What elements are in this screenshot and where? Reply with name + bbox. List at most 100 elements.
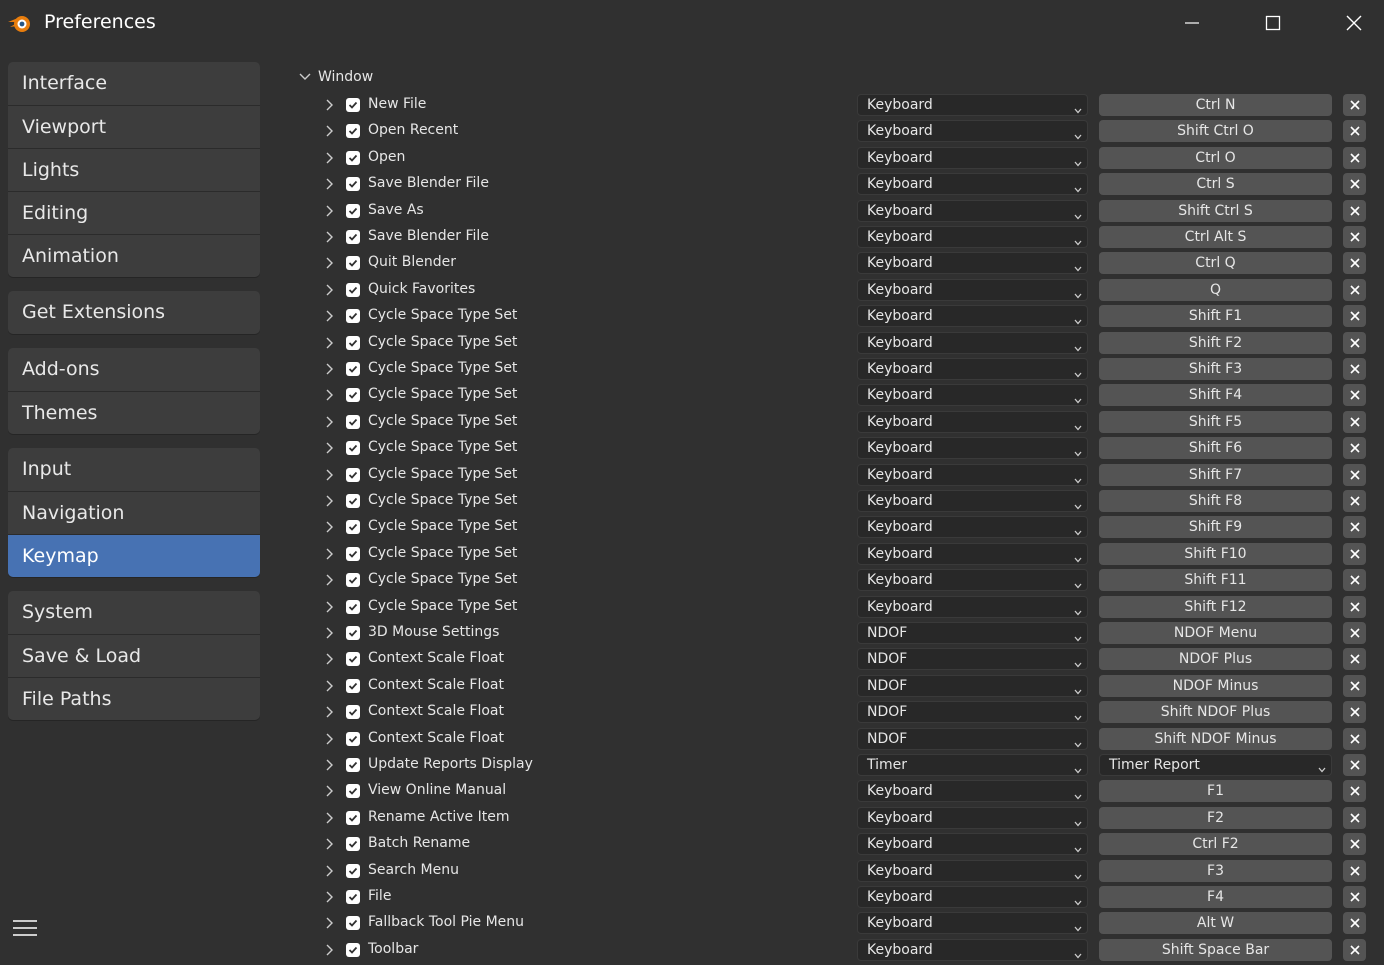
input-type-dropdown[interactable]: Keyboard	[857, 886, 1088, 908]
input-type-dropdown[interactable]: Keyboard	[857, 807, 1088, 829]
keymap-item-checkbox[interactable]	[346, 494, 360, 508]
input-type-dropdown[interactable]: Keyboard	[857, 860, 1088, 882]
key-binding-button[interactable]: NDOF Plus	[1099, 648, 1332, 670]
remove-keymap-item-button[interactable]	[1343, 543, 1366, 565]
key-binding-button[interactable]: Shift F10	[1099, 543, 1332, 565]
input-type-dropdown[interactable]: NDOF	[857, 648, 1088, 670]
remove-keymap-item-button[interactable]	[1343, 569, 1366, 591]
keymap-item-checkbox[interactable]	[346, 732, 360, 746]
remove-keymap-item-button[interactable]	[1343, 332, 1366, 354]
remove-keymap-item-button[interactable]	[1343, 173, 1366, 195]
remove-keymap-item-button[interactable]	[1343, 305, 1366, 327]
remove-keymap-item-button[interactable]	[1343, 754, 1366, 776]
chevron-right-icon[interactable]	[323, 519, 337, 535]
remove-keymap-item-button[interactable]	[1343, 912, 1366, 934]
input-type-dropdown[interactable]: Keyboard	[857, 490, 1088, 512]
input-type-dropdown[interactable]: NDOF	[857, 622, 1088, 644]
chevron-right-icon[interactable]	[323, 308, 337, 324]
keymap-item-checkbox[interactable]	[346, 758, 360, 772]
input-type-dropdown[interactable]: NDOF	[857, 728, 1088, 750]
keymap-item-checkbox[interactable]	[346, 811, 360, 825]
key-binding-button[interactable]: Ctrl S	[1099, 173, 1332, 195]
input-type-dropdown[interactable]: NDOF	[857, 701, 1088, 723]
chevron-right-icon[interactable]	[323, 731, 337, 747]
keymap-item-checkbox[interactable]	[346, 837, 360, 851]
input-type-dropdown[interactable]: Keyboard	[857, 384, 1088, 406]
keymap-item-checkbox[interactable]	[346, 283, 360, 297]
key-binding-button[interactable]: Q	[1099, 279, 1332, 301]
keymap-item-checkbox[interactable]	[346, 98, 360, 112]
remove-keymap-item-button[interactable]	[1343, 200, 1366, 222]
remove-keymap-item-button[interactable]	[1343, 886, 1366, 908]
keymap-item-checkbox[interactable]	[346, 652, 360, 666]
keymap-item-checkbox[interactable]	[346, 151, 360, 165]
keymap-item-checkbox[interactable]	[346, 388, 360, 402]
chevron-right-icon[interactable]	[323, 651, 337, 667]
key-binding-button[interactable]: Ctrl O	[1099, 147, 1332, 169]
remove-keymap-item-button[interactable]	[1343, 411, 1366, 433]
input-type-dropdown[interactable]: Keyboard	[857, 437, 1088, 459]
remove-keymap-item-button[interactable]	[1343, 780, 1366, 802]
remove-keymap-item-button[interactable]	[1343, 622, 1366, 644]
key-binding-button[interactable]: Shift F11	[1099, 569, 1332, 591]
input-type-dropdown[interactable]: Keyboard	[857, 569, 1088, 591]
keymap-item-checkbox[interactable]	[346, 705, 360, 719]
keymap-item-checkbox[interactable]	[346, 547, 360, 561]
key-binding-button[interactable]: Shift Ctrl O	[1099, 120, 1332, 142]
keymap-item-checkbox[interactable]	[346, 177, 360, 191]
remove-keymap-item-button[interactable]	[1343, 358, 1366, 380]
input-type-dropdown[interactable]: Keyboard	[857, 332, 1088, 354]
chevron-right-icon[interactable]	[323, 203, 337, 219]
chevron-right-icon[interactable]	[323, 335, 337, 351]
keymap-section-header[interactable]: Window	[298, 66, 373, 88]
key-binding-button[interactable]: Shift F6	[1099, 437, 1332, 459]
input-type-dropdown[interactable]: Keyboard	[857, 411, 1088, 433]
keymap-item-checkbox[interactable]	[346, 256, 360, 270]
key-binding-button[interactable]: Shift Ctrl S	[1099, 200, 1332, 222]
input-type-dropdown[interactable]: Keyboard	[857, 226, 1088, 248]
chevron-right-icon[interactable]	[323, 229, 337, 245]
chevron-right-icon[interactable]	[323, 836, 337, 852]
remove-keymap-item-button[interactable]	[1343, 860, 1366, 882]
input-type-dropdown[interactable]: Keyboard	[857, 833, 1088, 855]
chevron-right-icon[interactable]	[323, 625, 337, 641]
key-binding-button[interactable]: Shift F1	[1099, 305, 1332, 327]
remove-keymap-item-button[interactable]	[1343, 728, 1366, 750]
keymap-item-checkbox[interactable]	[346, 204, 360, 218]
key-binding-button[interactable]: Ctrl F2	[1099, 833, 1332, 855]
keymap-item-checkbox[interactable]	[346, 336, 360, 350]
chevron-right-icon[interactable]	[323, 150, 337, 166]
key-binding-button[interactable]: Shift Space Bar	[1099, 939, 1332, 961]
chevron-right-icon[interactable]	[323, 282, 337, 298]
remove-keymap-item-button[interactable]	[1343, 94, 1366, 116]
chevron-right-icon[interactable]	[323, 783, 337, 799]
remove-keymap-item-button[interactable]	[1343, 833, 1366, 855]
keymap-item-checkbox[interactable]	[346, 916, 360, 930]
remove-keymap-item-button[interactable]	[1343, 252, 1366, 274]
key-binding-button[interactable]: Shift F2	[1099, 332, 1332, 354]
key-binding-button[interactable]: Shift F9	[1099, 516, 1332, 538]
key-binding-button[interactable]: Shift F3	[1099, 358, 1332, 380]
keymap-item-checkbox[interactable]	[346, 573, 360, 587]
key-binding-button[interactable]: NDOF Menu	[1099, 622, 1332, 644]
key-binding-button[interactable]: Shift F5	[1099, 411, 1332, 433]
chevron-right-icon[interactable]	[323, 757, 337, 773]
remove-keymap-item-button[interactable]	[1343, 648, 1366, 670]
chevron-right-icon[interactable]	[323, 810, 337, 826]
input-type-dropdown[interactable]: Keyboard	[857, 305, 1088, 327]
input-type-dropdown[interactable]: Keyboard	[857, 94, 1088, 116]
input-type-dropdown[interactable]: Keyboard	[857, 939, 1088, 961]
chevron-right-icon[interactable]	[323, 546, 337, 562]
input-type-dropdown[interactable]: Keyboard	[857, 596, 1088, 618]
remove-keymap-item-button[interactable]	[1343, 437, 1366, 459]
remove-keymap-item-button[interactable]	[1343, 596, 1366, 618]
remove-keymap-item-button[interactable]	[1343, 490, 1366, 512]
keymap-item-checkbox[interactable]	[346, 600, 360, 614]
remove-keymap-item-button[interactable]	[1343, 675, 1366, 697]
keymap-item-checkbox[interactable]	[346, 943, 360, 957]
key-binding-button[interactable]: F1	[1099, 780, 1332, 802]
remove-keymap-item-button[interactable]	[1343, 279, 1366, 301]
chevron-right-icon[interactable]	[323, 889, 337, 905]
input-type-dropdown[interactable]: Keyboard	[857, 200, 1088, 222]
key-binding-button[interactable]: Ctrl Q	[1099, 252, 1332, 274]
